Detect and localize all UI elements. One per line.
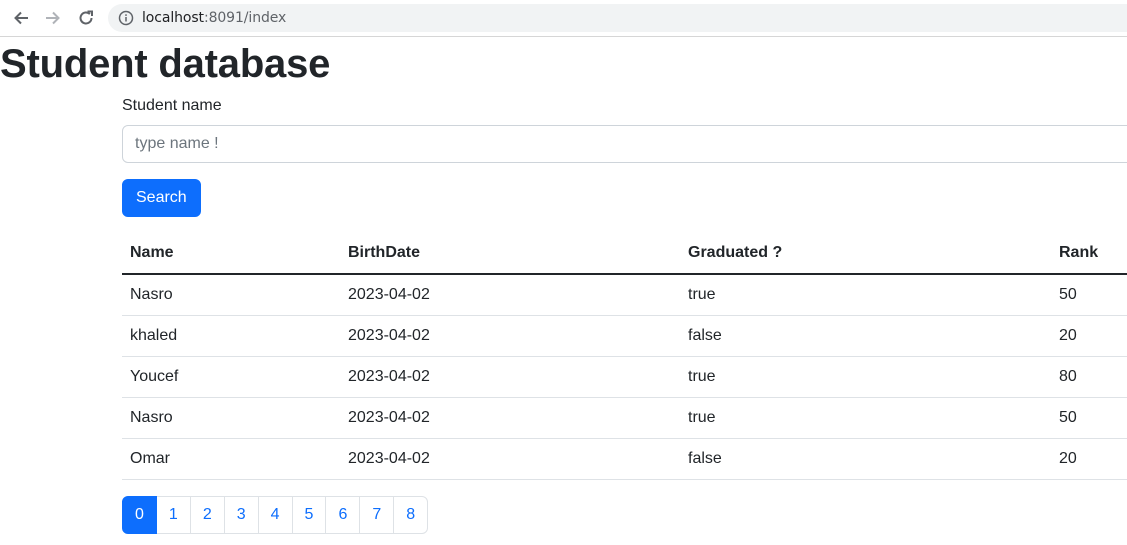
search-form: Student name Search <box>122 90 1127 217</box>
cell-graduated: true <box>680 397 1051 439</box>
url-host: localhost <box>142 10 204 26</box>
student-name-label: Student name <box>122 97 222 114</box>
table-row: Omar 2023-04-02 false 20 <box>122 438 1127 480</box>
page-link-3[interactable]: 3 <box>223 496 259 534</box>
cell-birthdate: 2023-04-02 <box>340 356 680 398</box>
table-row: Youcef 2023-04-02 true 80 <box>122 356 1127 398</box>
back-arrow-icon[interactable] <box>9 6 33 30</box>
cell-graduated: true <box>680 356 1051 398</box>
address-bar[interactable]: localhost:8091/index <box>108 4 1127 32</box>
cell-name: khaled <box>122 315 340 357</box>
cell-name: Omar <box>122 438 340 480</box>
page-link-2[interactable]: 2 <box>189 496 225 534</box>
student-name-input[interactable] <box>122 125 1127 163</box>
table-row: Nasro 2023-04-02 true 50 <box>122 274 1127 316</box>
cell-rank: 50 <box>1051 397 1127 439</box>
browser-toolbar: localhost:8091/index <box>0 0 1127 37</box>
cell-rank: 20 <box>1051 315 1127 357</box>
reload-icon[interactable] <box>74 6 98 30</box>
table-header-row: Name BirthDate Graduated ? Rank <box>122 233 1127 275</box>
cell-name: Youcef <box>122 356 340 398</box>
page-link-4[interactable]: 4 <box>257 496 293 534</box>
pagination: 0 1 2 3 4 5 6 7 8 <box>122 496 429 534</box>
header-name: Name <box>122 233 340 275</box>
header-graduated: Graduated ? <box>680 233 1051 275</box>
cell-rank: 20 <box>1051 438 1127 480</box>
table-row: khaled 2023-04-02 false 20 <box>122 315 1127 357</box>
cell-birthdate: 2023-04-02 <box>340 438 680 480</box>
cell-birthdate: 2023-04-02 <box>340 315 680 357</box>
url-path: :8091/index <box>203 10 287 26</box>
students-table: Name BirthDate Graduated ? Rank Nasro 20… <box>122 233 1127 480</box>
cell-name: Nasro <box>122 274 340 316</box>
cell-birthdate: 2023-04-02 <box>340 397 680 439</box>
url-text: localhost:8091/index <box>142 10 286 26</box>
cell-graduated: false <box>680 315 1051 357</box>
cell-graduated: true <box>680 274 1051 316</box>
page-title: Student database <box>0 42 331 86</box>
cell-graduated: false <box>680 438 1051 480</box>
page-link-6[interactable]: 6 <box>325 496 361 534</box>
forward-arrow-icon[interactable] <box>41 6 65 30</box>
header-rank: Rank <box>1051 233 1127 275</box>
cell-birthdate: 2023-04-02 <box>340 274 680 316</box>
page-link-5[interactable]: 5 <box>291 496 327 534</box>
cell-name: Nasro <box>122 397 340 439</box>
header-birthdate: BirthDate <box>340 233 680 275</box>
search-button[interactable]: Search <box>122 179 201 217</box>
page-link-7[interactable]: 7 <box>359 496 395 534</box>
info-icon[interactable] <box>118 10 134 26</box>
page-link-0[interactable]: 0 <box>122 496 157 534</box>
page-link-8[interactable]: 8 <box>393 496 429 534</box>
cell-rank: 80 <box>1051 356 1127 398</box>
page-link-1[interactable]: 1 <box>155 496 191 534</box>
cell-rank: 50 <box>1051 274 1127 316</box>
table-row: Nasro 2023-04-02 true 50 <box>122 397 1127 439</box>
